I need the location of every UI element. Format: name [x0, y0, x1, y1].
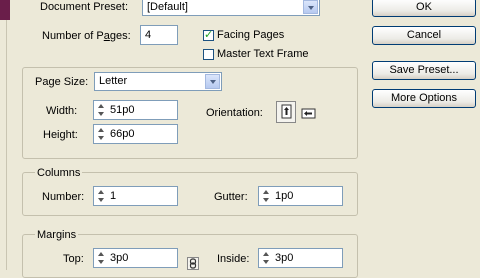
landscape-orientation-button[interactable]: [300, 104, 318, 122]
cancel-button[interactable]: Cancel: [372, 26, 476, 45]
save-preset-button[interactable]: Save Preset...: [372, 61, 476, 80]
width-input[interactable]: 51p0: [93, 100, 178, 120]
columns-number-label: Number:: [42, 191, 85, 203]
margin-inside-value: 3p0: [275, 252, 294, 264]
chain-link-icon: [189, 258, 197, 269]
height-input[interactable]: 66p0: [93, 124, 178, 144]
stepper-arrows-icon[interactable]: [262, 187, 271, 205]
width-label: Width:: [46, 105, 78, 117]
margin-top-value: 3p0: [110, 252, 129, 264]
stepper-arrows-icon[interactable]: [97, 249, 106, 267]
facing-pages-checkbox[interactable]: [203, 28, 214, 41]
stepper-arrows-icon[interactable]: [262, 249, 271, 267]
number-of-pages-label: Number of Pages:: [42, 30, 131, 42]
height-value: 66p0: [110, 128, 135, 140]
margin-inside-label: Inside:: [217, 253, 250, 265]
stepper-arrows-icon[interactable]: [97, 187, 106, 205]
chevron-down-icon[interactable]: [303, 0, 318, 14]
stepper-arrows-icon[interactable]: [97, 101, 106, 119]
number-of-pages-input[interactable]: 4: [140, 25, 178, 45]
margin-top-label: Top:: [63, 253, 84, 265]
margin-top-input[interactable]: 3p0: [93, 248, 178, 268]
gutter-label: Gutter:: [214, 191, 248, 203]
stepper-arrows-icon[interactable]: [97, 125, 106, 143]
more-options-button[interactable]: More Options: [372, 89, 476, 108]
document-preset-value: [Default]: [147, 1, 188, 13]
margin-inside-input[interactable]: 3p0: [258, 248, 343, 268]
window-edge: [0, 0, 10, 20]
columns-number-input[interactable]: 1: [93, 186, 178, 206]
facing-pages-label[interactable]: Facing Pages: [217, 28, 284, 42]
master-text-frame-label[interactable]: Master Text Frame: [217, 47, 309, 61]
portrait-orientation-icon: [281, 104, 292, 119]
portrait-orientation-button[interactable]: [276, 101, 296, 123]
orientation-label: Orientation:: [206, 107, 263, 119]
make-margins-same-button[interactable]: [187, 257, 199, 270]
document-preset-select[interactable]: [Default]: [142, 0, 320, 16]
columns-title: Columns: [35, 166, 83, 180]
chevron-down-icon[interactable]: [205, 74, 220, 89]
gutter-input[interactable]: 1p0: [258, 186, 343, 206]
height-label: Height:: [43, 129, 78, 141]
page-size-select[interactable]: Letter: [94, 72, 222, 91]
page-size-label: Page Size:: [35, 76, 89, 88]
width-value: 51p0: [110, 104, 135, 116]
landscape-orientation-icon: [301, 108, 316, 119]
ok-button[interactable]: OK: [372, 0, 476, 17]
document-preset-label: Document Preset:: [40, 1, 129, 13]
window-edge-line: [6, 20, 7, 270]
gutter-value: 1p0: [275, 190, 294, 202]
page-size-value: Letter: [99, 75, 128, 87]
master-text-frame-checkbox[interactable]: [203, 49, 214, 60]
margins-title: Margins: [35, 228, 79, 242]
columns-number-value: 1: [110, 190, 117, 202]
